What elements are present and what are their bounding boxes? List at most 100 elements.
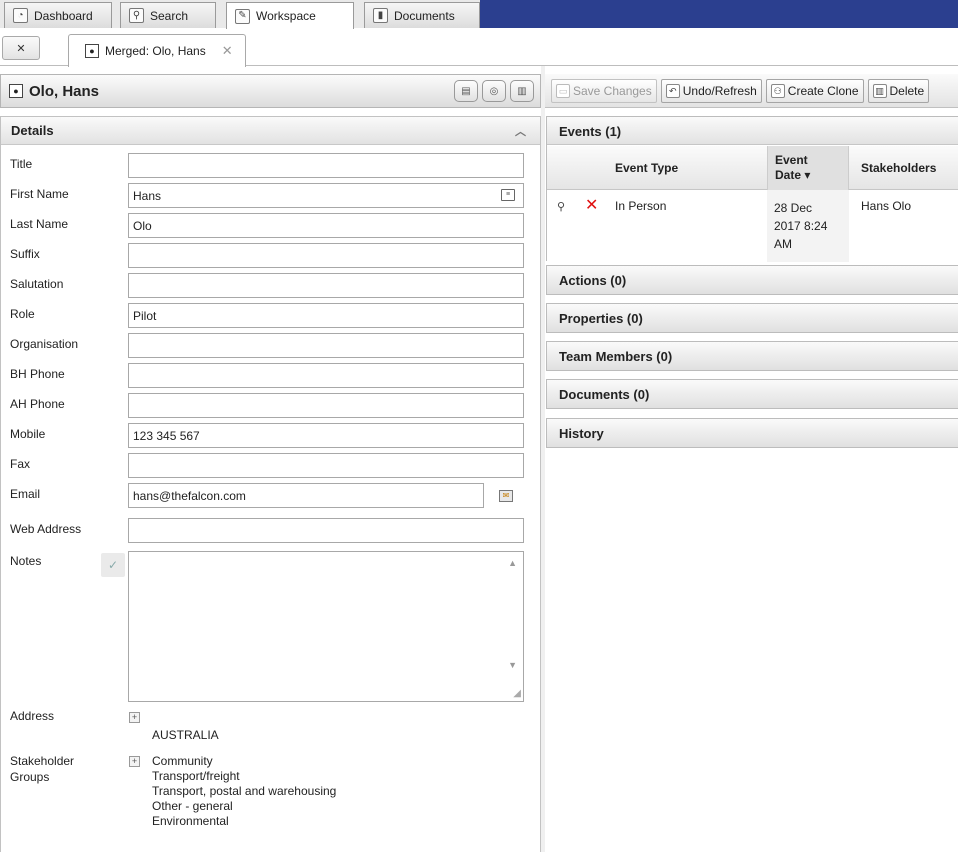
salutation-input[interactable] bbox=[128, 273, 524, 298]
tab-documents[interactable]: ▮ Documents bbox=[364, 2, 480, 28]
details-header[interactable]: Details ︿ bbox=[1, 117, 540, 145]
chart-button[interactable]: ▥ bbox=[510, 80, 534, 102]
properties-section-header[interactable]: Properties (0) bbox=[546, 303, 958, 333]
events-header[interactable]: Events (1) bbox=[547, 117, 958, 145]
details-title: Details bbox=[11, 123, 54, 138]
table-row[interactable]: ⚲ ✕ In Person 28 Dec 2017 8:24 AM Hans O… bbox=[547, 190, 958, 262]
save-changes-button[interactable]: ▭ Save Changes bbox=[551, 78, 657, 103]
field-label: BH Phone bbox=[10, 367, 65, 381]
events-table-header: Event Type Event Date ▾ Stakeholders bbox=[547, 146, 958, 190]
name-card-icon[interactable]: ≡ bbox=[501, 189, 515, 201]
field-label: Salutation bbox=[10, 277, 64, 291]
first-name-input[interactable]: Hans ≡ bbox=[128, 183, 524, 208]
scroll-up-icon[interactable]: ▲ bbox=[508, 558, 517, 568]
list-item: Other - general bbox=[152, 799, 233, 813]
close-all-tabs-button[interactable]: ✕ bbox=[2, 36, 40, 60]
tab-label: Documents bbox=[394, 8, 455, 23]
field-label: Organisation bbox=[10, 337, 79, 351]
organisation-input[interactable] bbox=[128, 333, 524, 358]
clone-icon: ⚇ bbox=[770, 83, 785, 98]
email-input[interactable]: hans@thefalcon.com bbox=[128, 483, 484, 508]
delete-button[interactable]: ▥ Delete bbox=[867, 78, 930, 103]
workspace-tab-bar: ✕ ● Merged: Olo, Hans ✕ bbox=[0, 28, 958, 67]
title-input[interactable] bbox=[128, 153, 524, 178]
tab-label: Workspace bbox=[256, 9, 316, 23]
list-item: Community bbox=[152, 754, 213, 768]
fax-input[interactable] bbox=[128, 453, 524, 478]
label-line: Event bbox=[775, 153, 808, 167]
resize-grip-icon[interactable]: ◢ bbox=[513, 688, 521, 699]
field-label: Title bbox=[10, 157, 33, 171]
column-event-type[interactable]: Event Type bbox=[615, 146, 678, 190]
date-line: AM bbox=[774, 237, 792, 251]
label-line: Stakeholder bbox=[10, 754, 75, 768]
column-event-date[interactable]: Event Date ▾ bbox=[767, 146, 849, 190]
tab-label: Search bbox=[150, 8, 189, 23]
field-label: Suffix bbox=[10, 247, 40, 261]
undo-icon: ↶ bbox=[665, 83, 680, 98]
last-name-input[interactable]: Olo bbox=[128, 213, 524, 238]
notes-label: Notes bbox=[10, 554, 42, 568]
pencil-icon: ✎ bbox=[235, 8, 250, 24]
list-item: Transport/freight bbox=[152, 769, 240, 783]
delete-row-icon[interactable]: ✕ bbox=[585, 195, 598, 215]
tab-merged-contact[interactable]: ● Merged: Olo, Hans ✕ bbox=[68, 34, 246, 67]
tab-search[interactable]: ⚲ Search bbox=[120, 2, 216, 28]
field-label: Last Name bbox=[10, 217, 69, 231]
record-toolbar: ▭ Save Changes ↶ Undo/Refresh ⚇ Create C… bbox=[545, 74, 958, 108]
label-line: Groups bbox=[10, 770, 50, 784]
team-members-section-header[interactable]: Team Members (0) bbox=[546, 341, 958, 371]
expand-groups-icon[interactable]: + bbox=[129, 756, 140, 767]
field-label: Email bbox=[10, 487, 41, 501]
events-section: Events (1) Event Type Event Date ▾ Stake… bbox=[546, 116, 958, 262]
button-label: Delete bbox=[889, 83, 925, 98]
expand-address-icon[interactable]: + bbox=[129, 712, 140, 723]
list-item: Transport, postal and warehousing bbox=[152, 784, 337, 798]
close-tab-icon[interactable]: ✕ bbox=[222, 43, 233, 59]
history-section-header[interactable]: History bbox=[546, 418, 958, 448]
map-button[interactable]: ◎ bbox=[482, 80, 506, 102]
view-icon[interactable]: ⚲ bbox=[557, 200, 565, 213]
address-label: Address bbox=[10, 709, 55, 723]
column-stakeholders[interactable]: Stakeholders bbox=[861, 146, 936, 190]
notes-textarea[interactable]: ▲ ▼ ◢ bbox=[128, 551, 524, 702]
date-line: 28 Dec bbox=[774, 201, 813, 215]
contact-panel: ● Olo, Hans ▤ ◎ ▥ Details ︿ Title First … bbox=[0, 74, 541, 852]
web-address-input[interactable] bbox=[128, 518, 524, 543]
field-label: Role bbox=[10, 307, 35, 321]
scroll-down-icon[interactable]: ▼ bbox=[508, 660, 517, 670]
tab-workspace[interactable]: ✎ Workspace bbox=[226, 2, 354, 29]
first-name-value: Hans bbox=[133, 189, 162, 203]
send-email-icon[interactable]: ✉ bbox=[499, 490, 513, 502]
column-label: Event Date ▾ bbox=[775, 153, 810, 183]
field-label: First Name bbox=[10, 187, 69, 201]
field-label: Fax bbox=[10, 457, 31, 471]
button-label: Undo/Refresh bbox=[682, 83, 757, 98]
person-icon: ● bbox=[9, 84, 23, 98]
save-icon: ▭ bbox=[556, 83, 570, 98]
create-clone-button[interactable]: ⚇ Create Clone bbox=[765, 78, 864, 103]
contact-name: Olo, Hans bbox=[29, 82, 100, 100]
bh-phone-input[interactable] bbox=[128, 363, 524, 388]
trash-icon: ▥ bbox=[872, 83, 887, 98]
main-tab-bar: ◔ Dashboard ⚲ Search ✎ Workspace ▮ Docum… bbox=[0, 0, 958, 29]
documents-section-header[interactable]: Documents (0) bbox=[546, 379, 958, 409]
header-actions: ▤ ◎ ▥ bbox=[454, 80, 534, 102]
tab-label: Dashboard bbox=[34, 8, 93, 23]
search-icon: ⚲ bbox=[129, 8, 144, 23]
tab-dashboard[interactable]: ◔ Dashboard bbox=[4, 2, 112, 28]
address-value: AUSTRALIA bbox=[152, 728, 219, 742]
undo-refresh-button[interactable]: ↶ Undo/Refresh bbox=[660, 78, 762, 103]
ah-phone-input[interactable] bbox=[128, 393, 524, 418]
collapse-icon[interactable]: ︿ bbox=[515, 123, 526, 139]
role-input[interactable]: Pilot bbox=[128, 303, 524, 328]
mobile-input[interactable]: 123 345 567 bbox=[128, 423, 524, 448]
list-item: Environmental bbox=[152, 814, 229, 828]
suffix-input[interactable] bbox=[128, 243, 524, 268]
vcard-button[interactable]: ▤ bbox=[454, 80, 478, 102]
actions-section-header[interactable]: Actions (0) bbox=[546, 265, 958, 295]
spellcheck-icon[interactable]: ✓ bbox=[101, 553, 125, 577]
document-icon: ▮ bbox=[373, 8, 388, 23]
label-line: Date ▾ bbox=[775, 168, 811, 182]
field-label: AH Phone bbox=[10, 397, 65, 411]
